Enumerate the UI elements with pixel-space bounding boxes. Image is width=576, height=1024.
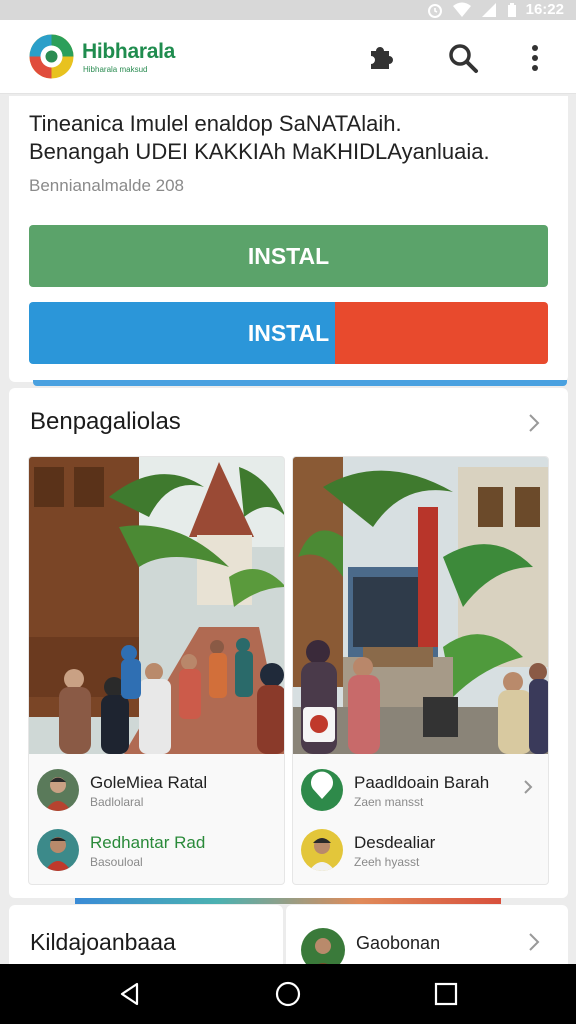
- list-item-title: GoleMiea Ratal: [90, 773, 208, 792]
- list-item[interactable]: Paadldoain Barah Zaen mansst: [293, 769, 548, 825]
- list-item-subtitle: Zaen mansst: [354, 795, 424, 809]
- featured-tile[interactable]: Paadldoain Barah Zaen mansst Desdealiar …: [292, 456, 549, 885]
- hero-title-line1: Tineanica Imulel enaldop SaNATAlaih.: [29, 111, 402, 136]
- hero-title-line2: Benangah UDEI KAKKIAh MaKHIDLAyanluaia.: [29, 139, 490, 164]
- back-icon[interactable]: [115, 979, 145, 1009]
- list-item-title: Paadldoain Barah: [354, 773, 490, 792]
- brand-tagline: Hibharala maksud: [83, 65, 148, 74]
- recents-icon[interactable]: [431, 979, 461, 1009]
- hero-accent-strip: [33, 380, 567, 386]
- village-photo[interactable]: [29, 457, 284, 754]
- bottom-section-title: Kildajoanbaaa: [30, 929, 176, 955]
- bottom-item-label: Gaobonan: [356, 933, 441, 953]
- system-nav-bar: [0, 964, 576, 1024]
- list-item[interactable]: Desdealiar Zeeh hyasst: [293, 829, 548, 884]
- section-title[interactable]: Benpagaliolas: [30, 408, 181, 436]
- list-item-subtitle: Basouloal: [90, 855, 143, 869]
- list-item-subtitle: Zeeh hyasst: [354, 855, 420, 869]
- chevron-right-icon[interactable]: [524, 932, 544, 952]
- signal-icon: [480, 2, 498, 18]
- status-time: 16:22: [525, 1, 564, 18]
- hero-card: Tineanica Imulel enaldop SaNATAlaih. Ben…: [9, 96, 568, 382]
- app-bar: Hibharala Hibharala maksud: [0, 20, 576, 94]
- hero-meta: Bennianalmalde 208: [29, 176, 185, 195]
- more-vert-icon[interactable]: [515, 38, 555, 78]
- home-icon[interactable]: [273, 979, 303, 1009]
- install-button-secondary[interactable]: INSTAL: [29, 302, 548, 364]
- avatar: [37, 829, 79, 871]
- battery-icon: [506, 2, 518, 18]
- list-item-title: Desdealiar: [354, 833, 436, 852]
- wifi-icon: [452, 2, 472, 18]
- status-bar: 16:22: [0, 0, 576, 20]
- list-item[interactable]: GoleMiea Ratal Badlolaral: [29, 769, 284, 825]
- chevron-right-icon[interactable]: [518, 777, 538, 797]
- puzzle-icon[interactable]: [360, 38, 400, 78]
- brand-name: Hibharala: [82, 40, 175, 63]
- hero-title: Tineanica Imulel enaldop SaNATAlaih. Ben…: [29, 110, 549, 166]
- featured-section: Benpagaliolas GoleMiea Ratal Badlolaral …: [9, 388, 568, 898]
- chevron-right-icon[interactable]: [524, 413, 544, 433]
- install-button-primary[interactable]: INSTAL: [29, 225, 548, 287]
- courtyard-photo[interactable]: [293, 457, 548, 754]
- search-icon[interactable]: [443, 38, 483, 78]
- section-accent-strip: [75, 898, 501, 904]
- app-logo-icon[interactable]: [29, 34, 74, 79]
- featured-tile[interactable]: GoleMiea Ratal Badlolaral Redhantar Rad …: [28, 456, 285, 885]
- list-item-subtitle: Badlolaral: [90, 795, 144, 809]
- list-item[interactable]: Redhantar Rad Basouloal: [29, 829, 284, 884]
- map-pin-icon: [301, 769, 343, 811]
- list-item-title: Redhantar Rad: [90, 833, 206, 852]
- avatar: [301, 829, 343, 871]
- alarm-icon: [426, 2, 444, 18]
- avatar: [37, 769, 79, 811]
